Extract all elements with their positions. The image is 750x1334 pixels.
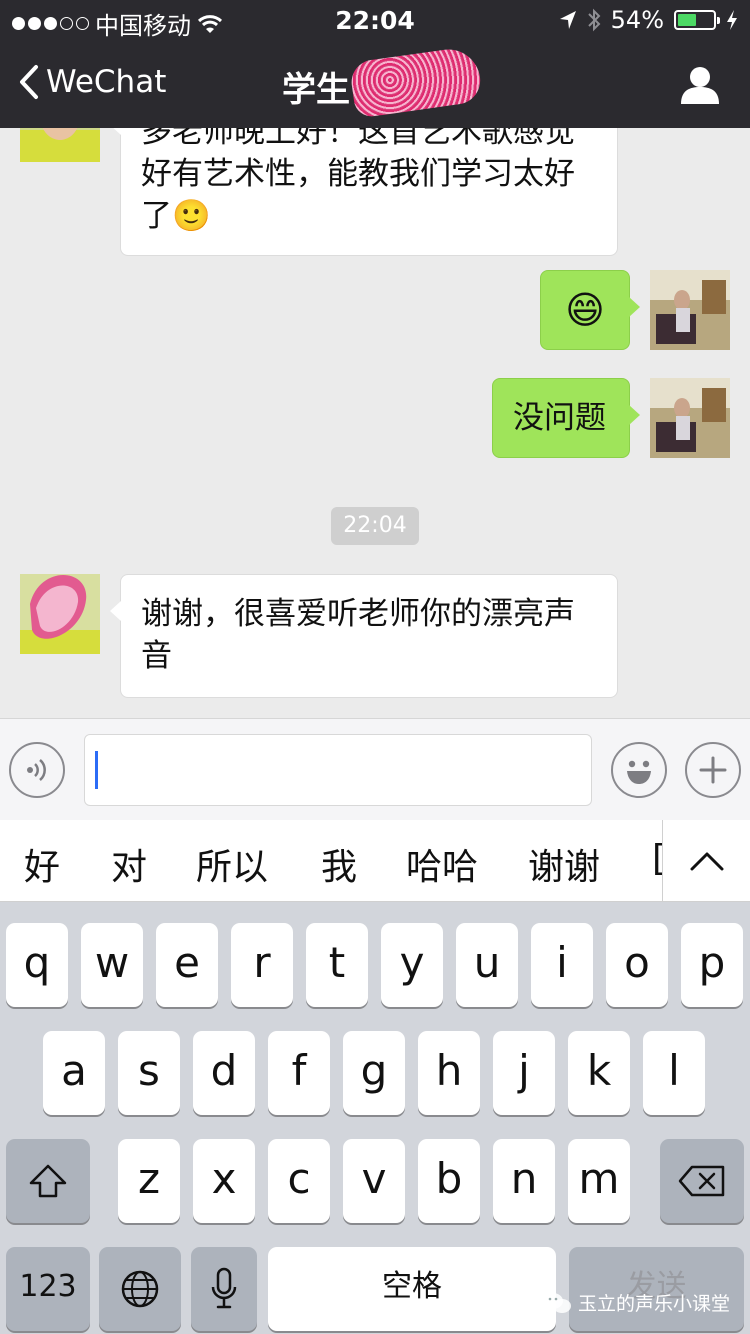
top-bar: 中国移动 22:04 54% WeChat 学生 [0, 0, 750, 128]
chat-title: 学生 [282, 70, 350, 110]
key-u[interactable]: u [456, 923, 518, 1007]
key-y[interactable]: y [381, 923, 443, 1007]
dictation-key[interactable] [191, 1247, 257, 1331]
shift-icon [29, 1164, 67, 1198]
globe-icon [121, 1270, 159, 1308]
key-j[interactable]: j [493, 1031, 555, 1115]
key-c[interactable]: c [268, 1139, 330, 1223]
chat-info-button[interactable] [680, 66, 720, 108]
message-timestamp: 22:04 [331, 507, 419, 545]
key-i[interactable]: i [531, 923, 593, 1007]
voice-button[interactable] [9, 742, 65, 798]
candidate-item[interactable]: 我 [321, 838, 357, 890]
bluetooth-icon [587, 8, 601, 32]
key-k[interactable]: k [568, 1031, 630, 1115]
charging-bolt-icon [727, 10, 737, 30]
self-avatar[interactable] [650, 378, 730, 458]
key-s[interactable]: s [118, 1031, 180, 1115]
message-bubble[interactable]: 谢谢，很喜爱听老师你的漂亮声音 [110, 574, 618, 698]
message-text: 谢谢，很喜爱听老师你的漂亮声音 [141, 596, 575, 674]
status-bar: 中国移动 22:04 54% [0, 0, 750, 40]
message-bubble[interactable]: 多老师晚上好！这首艺术歌感觉好有艺术性，能教我们学习太好了🙂 [110, 128, 618, 256]
key-e[interactable]: e [156, 923, 218, 1007]
contact-avatar[interactable] [20, 574, 100, 654]
keyboard: q w e r t y u i o p a s d f g h j k l z … [0, 902, 750, 1334]
numbers-key[interactable]: 123 [6, 1247, 90, 1331]
message-text: 没问题 [513, 400, 606, 436]
watermark: 玉立的声乐小课堂 [542, 1289, 730, 1316]
key-p[interactable]: p [681, 923, 743, 1007]
battery-fill [678, 14, 696, 26]
wechat-logo-icon [542, 1292, 571, 1313]
watermark-text: 玉立的声乐小课堂 [577, 1293, 730, 1315]
key-q[interactable]: q [6, 923, 68, 1007]
delete-key[interactable] [660, 1139, 744, 1223]
key-f[interactable]: f [268, 1031, 330, 1115]
redaction-scribble [348, 45, 484, 119]
battery-percent: 54% [610, 6, 664, 34]
contact-avatar[interactable] [20, 128, 100, 162]
message-text: 😄 [565, 288, 605, 332]
message-text: 多老师晚上好！这首艺术歌感觉好有艺术性，能教我们学习太好了🙂 [141, 128, 575, 234]
candidate-item[interactable]: 所以 [196, 838, 268, 890]
key-o[interactable]: o [606, 923, 668, 1007]
message-input[interactable] [84, 734, 592, 806]
self-avatar[interactable] [650, 270, 730, 350]
key-n[interactable]: n [493, 1139, 555, 1223]
message-bubble[interactable]: 😄 [540, 270, 640, 350]
candidate-item[interactable]: 对 [111, 838, 147, 890]
key-l[interactable]: l [643, 1031, 705, 1115]
key-h[interactable]: h [418, 1031, 480, 1115]
key-v[interactable]: v [343, 1139, 405, 1223]
chevron-left-icon [20, 65, 38, 99]
chevron-up-icon [690, 852, 723, 871]
chat-area[interactable]: 多老师晚上好！这首艺术歌感觉好有艺术性，能教我们学习太好了🙂 😄 没问题 22:… [0, 128, 750, 718]
user-profile-icon [681, 67, 719, 104]
status-right: 54% [559, 6, 738, 34]
emoji-icon [627, 760, 651, 784]
input-bar [0, 718, 750, 820]
key-g[interactable]: g [343, 1031, 405, 1115]
globe-key[interactable] [99, 1247, 181, 1331]
voice-icon [27, 759, 46, 781]
delete-icon [678, 1165, 725, 1197]
key-b[interactable]: b [418, 1139, 480, 1223]
more-button[interactable] [685, 742, 741, 798]
key-x[interactable]: x [193, 1139, 255, 1223]
candidates-expand-button[interactable] [662, 820, 750, 901]
key-m[interactable]: m [568, 1139, 630, 1223]
key-z[interactable]: z [118, 1139, 180, 1223]
nav-bar: WeChat 学生 [0, 44, 750, 128]
key-w[interactable]: w [81, 923, 143, 1007]
candidate-bar: 好 对 所以 我 哈哈 谢谢 [ [0, 820, 750, 902]
plus-icon [699, 756, 727, 784]
text-caret [95, 751, 98, 789]
space-key[interactable]: 空格 [268, 1247, 556, 1331]
shift-key[interactable] [6, 1139, 90, 1223]
microphone-icon [211, 1267, 237, 1309]
key-a[interactable]: a [43, 1031, 105, 1115]
back-label: WeChat [46, 64, 167, 100]
key-d[interactable]: d [193, 1031, 255, 1115]
candidate-item[interactable]: 谢谢 [528, 838, 600, 890]
location-arrow-icon [559, 11, 576, 29]
back-button[interactable]: WeChat [18, 64, 166, 100]
message-bubble[interactable]: 没问题 [492, 378, 640, 458]
candidate-item[interactable]: 好 [24, 838, 60, 890]
key-r[interactable]: r [231, 923, 293, 1007]
emoji-button[interactable] [611, 742, 667, 798]
candidate-item[interactable]: 哈哈 [406, 838, 478, 890]
key-t[interactable]: t [306, 923, 368, 1007]
battery-icon [674, 10, 720, 30]
